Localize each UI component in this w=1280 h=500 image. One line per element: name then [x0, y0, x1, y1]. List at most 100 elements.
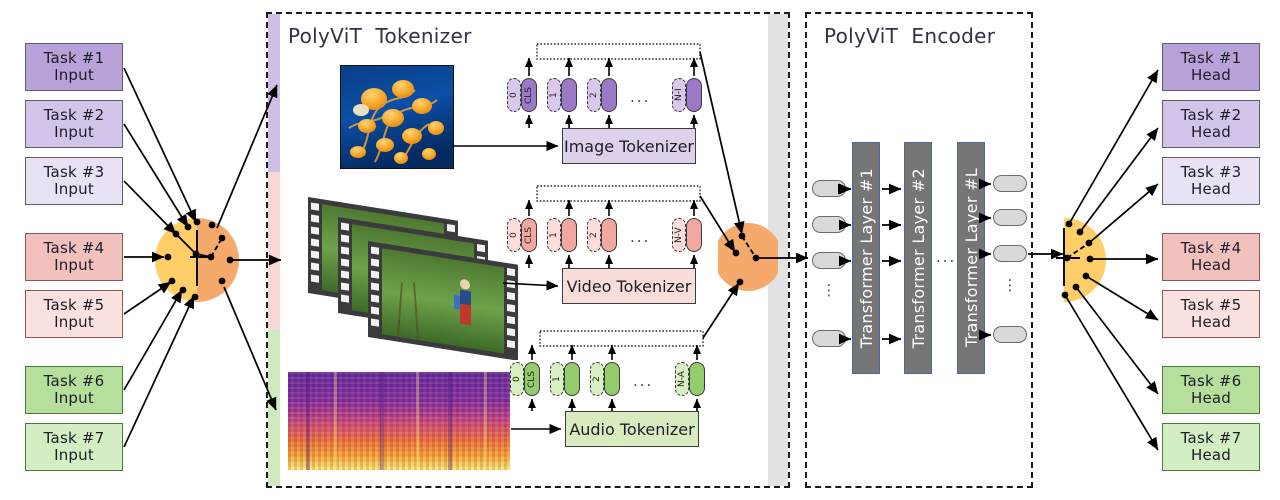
- task-input-5-line1: Task #5: [43, 296, 105, 314]
- task-head-box-3[interactable]: Task #3 Head: [1162, 157, 1260, 205]
- audio-token-pos-2: 2: [590, 362, 604, 396]
- image-token-2: [601, 78, 617, 112]
- task-input-box-6[interactable]: Task #6 Input: [25, 366, 123, 414]
- audio-token-pos-0: 0: [510, 362, 524, 396]
- task-head-5-line1: Task #5: [1180, 296, 1242, 314]
- audio-token-cls: CLS: [524, 362, 540, 396]
- encoder-input-token-1: [812, 180, 846, 197]
- task-head-2-line1: Task #2: [1180, 106, 1242, 124]
- task-head-box-5[interactable]: Task #5 Head: [1162, 290, 1260, 338]
- modality-strip-image: [268, 14, 280, 172]
- video-token-n: [686, 218, 702, 252]
- transformer-layer-1-label: Transformer Layer #1: [856, 167, 876, 349]
- image-token-pos-1-label: 1: [549, 92, 559, 98]
- task-input-box-5[interactable]: Task #5 Input: [25, 290, 123, 338]
- video-token-1: [561, 218, 577, 252]
- encoder-output-token-3: [993, 245, 1027, 262]
- task-input-1-line1: Task #1: [43, 49, 105, 67]
- task-head-6-line1: Task #6: [1180, 372, 1242, 390]
- video-token-cls-label: CLS: [524, 226, 534, 244]
- audio-tokenizer-box[interactable]: Audio Tokenizer: [565, 411, 699, 447]
- task-input-6-line2: Input: [54, 389, 94, 407]
- task-head-box-1[interactable]: Task #1 Head: [1162, 43, 1260, 91]
- tokenizer-panel-title: PolyViT Tokenizer: [288, 24, 472, 48]
- transformer-layer-L-label: Transformer Layer #L: [961, 168, 981, 348]
- modality-strip-video: [268, 172, 280, 330]
- task-input-box-4[interactable]: Task #4 Input: [25, 233, 123, 281]
- image-token-n: [686, 78, 702, 112]
- encoder-output-tokens-vdots: ⋮: [1002, 276, 1018, 294]
- video-token-2: [601, 218, 617, 252]
- task-head-3-line1: Task #3: [1180, 163, 1242, 181]
- task-head-box-6[interactable]: Task #6 Head: [1162, 366, 1260, 414]
- video-token-pos-n-label: N-V: [674, 227, 684, 243]
- video-token-pos-1: 1: [547, 218, 561, 252]
- task-input-7-line1: Task #7: [43, 429, 105, 447]
- video-tokenizer-box[interactable]: Video Tokenizer: [562, 268, 696, 304]
- task-input-box-2[interactable]: Task #2 Input: [25, 100, 123, 148]
- image-token-pos-0: 0: [507, 78, 521, 112]
- audio-tokenizer-label: Audio Tokenizer: [569, 419, 695, 439]
- task-head-box-4[interactable]: Task #4 Head: [1162, 233, 1260, 281]
- task-input-7-line2: Input: [54, 446, 94, 464]
- audio-token-pos-1-label: 1: [552, 376, 562, 382]
- task-head-3-line2: Head: [1190, 180, 1232, 198]
- image-token-1: [561, 78, 577, 112]
- audio-token-pos-n: N-A: [675, 362, 689, 396]
- task-input-3-line1: Task #3: [43, 163, 105, 181]
- task-input-box-7[interactable]: Task #7 Input: [25, 423, 123, 471]
- audio-token-pos-0-label: 0: [512, 376, 522, 382]
- image-tokenizer-box[interactable]: Image Tokenizer: [562, 128, 696, 164]
- image-token-ellipsis: ...: [630, 88, 651, 106]
- output-task-switch[interactable]: [1064, 218, 1106, 302]
- encoder-input-token-2: [812, 216, 846, 233]
- image-token-pos-n-label: N-I: [674, 88, 684, 102]
- image-tokenizer-label: Image Tokenizer: [564, 136, 694, 156]
- transformer-layer-2[interactable]: Transformer Layer #2: [904, 142, 932, 374]
- video-tokenizer-label: Video Tokenizer: [566, 276, 692, 296]
- audio-token-pos-2-label: 2: [592, 376, 602, 382]
- video-token-pos-0: 0: [507, 218, 521, 252]
- video-token-pos-2: 2: [587, 218, 601, 252]
- task-input-2-line2: Input: [54, 123, 94, 141]
- video-token-pos-1-label: 1: [549, 232, 559, 238]
- modality-strip-audio: [268, 330, 280, 486]
- transformer-layer-1[interactable]: Transformer Layer #1: [852, 142, 880, 374]
- transformer-layer-L[interactable]: Transformer Layer #L: [957, 142, 985, 374]
- task-head-box-7[interactable]: Task #7 Head: [1162, 423, 1260, 471]
- task-head-7-line2: Head: [1190, 446, 1232, 464]
- task-head-4-line1: Task #4: [1180, 239, 1242, 257]
- task-input-4-line2: Input: [54, 256, 94, 274]
- video-token-pos-0-label: 0: [509, 232, 519, 238]
- task-head-box-2[interactable]: Task #2 Head: [1162, 100, 1260, 148]
- task-head-6-line2: Head: [1190, 389, 1232, 407]
- image-token-pos-1: 1: [547, 78, 561, 112]
- video-token-pos-n: N-V: [672, 218, 686, 252]
- encoder-input-tokens-vdots: ⋮: [821, 281, 837, 299]
- tokenizer-output-switch[interactable]: [714, 215, 782, 299]
- encoder-input-token-n: [812, 330, 846, 347]
- image-token-pos-n: N-I: [672, 78, 686, 112]
- image-token-pos-2-label: 2: [589, 92, 599, 98]
- task-input-box-3[interactable]: Task #3 Input: [25, 157, 123, 205]
- task-input-2-line1: Task #2: [43, 106, 105, 124]
- image-token-pos-0-label: 0: [509, 92, 519, 98]
- task-head-1-line2: Head: [1190, 66, 1232, 84]
- diagram-canvas: PolyViT Tokenizer PolyViT Encoder Task #…: [0, 0, 1280, 500]
- task-input-4-line1: Task #4: [43, 239, 105, 257]
- audio-token-n: [689, 362, 705, 396]
- encoder-output-token-n: [993, 326, 1027, 343]
- task-input-1-line2: Input: [54, 66, 94, 84]
- task-head-7-line1: Task #7: [1180, 429, 1242, 447]
- image-token-pos-2: 2: [587, 78, 601, 112]
- input-task-switch[interactable]: [155, 218, 239, 302]
- encoder-panel-title: PolyViT Encoder: [824, 24, 996, 48]
- task-input-box-1[interactable]: Task #1 Input: [25, 43, 123, 91]
- video-token-ellipsis: ...: [630, 228, 651, 246]
- video-token-cls: CLS: [521, 218, 537, 252]
- transformer-layer-2-label: Transformer Layer #2: [908, 167, 928, 349]
- encoder-output-token-1: [993, 175, 1027, 192]
- task-input-3-line2: Input: [54, 180, 94, 198]
- image-token-cls-label: CLS: [524, 86, 534, 104]
- transformer-layers-ellipsis: ...: [936, 248, 957, 266]
